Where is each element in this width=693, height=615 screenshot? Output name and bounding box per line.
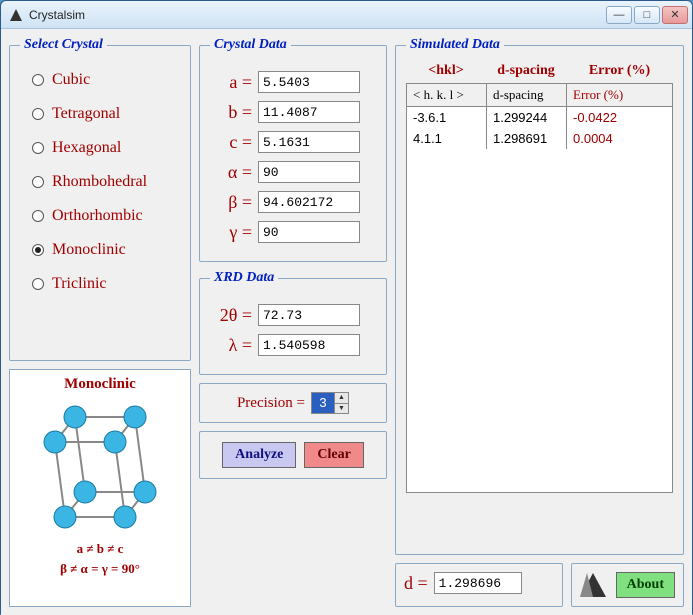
crystal-param-input-3[interactable] bbox=[258, 161, 360, 183]
cell-d: 1.298691 bbox=[487, 128, 567, 149]
radio-label: Monoclinic bbox=[52, 241, 126, 259]
xrd-param-label: λ = bbox=[210, 335, 252, 356]
table-row[interactable]: -3.6.11.299244-0.0422 bbox=[407, 107, 672, 128]
crystal-param-input-2[interactable] bbox=[258, 131, 360, 153]
radio-rhombohedral[interactable]: Rhombohedral bbox=[32, 173, 176, 191]
app-window: Crystalsim — □ ✕ Select Crystal Cubic Tet… bbox=[0, 0, 693, 614]
titlebar[interactable]: Crystalsim — □ ✕ bbox=[1, 1, 692, 29]
crystal-param-label: γ = bbox=[210, 222, 252, 243]
col-header-error[interactable]: Error (%) bbox=[567, 84, 672, 106]
radio-label: Triclinic bbox=[52, 275, 107, 293]
precision-label: Precision = bbox=[237, 395, 305, 412]
logo-icon bbox=[580, 573, 606, 597]
crystal-param-label: b = bbox=[210, 102, 252, 123]
simulated-data-legend: Simulated Data bbox=[406, 37, 504, 53]
clear-button[interactable]: Clear bbox=[304, 442, 363, 468]
xrd-param-input-0[interactable] bbox=[258, 304, 360, 326]
spinner-down-icon[interactable]: ▼ bbox=[334, 404, 348, 414]
crystal-param-row-1: b = bbox=[210, 101, 376, 123]
radio-dot-icon bbox=[32, 176, 44, 188]
about-button[interactable]: About bbox=[616, 572, 675, 598]
radio-dot-icon bbox=[32, 142, 44, 154]
cell-d: 1.299244 bbox=[487, 107, 567, 128]
radio-label: Hexagonal bbox=[52, 139, 121, 157]
radio-tetragonal[interactable]: Tetragonal bbox=[32, 105, 176, 123]
crystal-param-label: c = bbox=[210, 132, 252, 153]
radio-cubic[interactable]: Cubic bbox=[32, 71, 176, 89]
col-header-hkl[interactable]: < h. k. l > bbox=[407, 84, 487, 106]
xrd-data-legend: XRD Data bbox=[210, 270, 278, 286]
radio-hexagonal[interactable]: Hexagonal bbox=[32, 139, 176, 157]
col-header-dspacing[interactable]: d-spacing bbox=[487, 84, 567, 106]
xrd-data-group: XRD Data 2θ = λ = bbox=[199, 270, 387, 375]
crystal-data-legend: Crystal Data bbox=[210, 37, 291, 53]
close-button[interactable]: ✕ bbox=[662, 6, 688, 24]
crystal-param-input-5[interactable] bbox=[258, 221, 360, 243]
radio-dot-icon bbox=[32, 108, 44, 120]
sim-table-body[interactable]: -3.6.11.299244-0.04224.1.11.2986910.0004 bbox=[407, 107, 672, 492]
radio-label: Tetragonal bbox=[52, 105, 120, 123]
formula-line2: β ≠ α = γ = 90° bbox=[16, 561, 184, 577]
cell-err: -0.0422 bbox=[567, 107, 672, 128]
d-label: d = bbox=[404, 573, 428, 594]
sim-head-dspacing: d-spacing bbox=[486, 63, 566, 79]
app-icon bbox=[9, 8, 23, 22]
precision-group: Precision = 3 ▲▼ bbox=[199, 383, 387, 423]
cell-hkl: 4.1.1 bbox=[407, 128, 487, 149]
d-result-group: d = bbox=[395, 563, 563, 607]
xrd-param-row-0: 2θ = bbox=[210, 304, 376, 326]
crystal-param-row-4: β = bbox=[210, 191, 376, 213]
formula-line1: a ≠ b ≠ c bbox=[16, 541, 184, 557]
crystal-param-input-0[interactable] bbox=[258, 71, 360, 93]
select-crystal-legend: Select Crystal bbox=[20, 37, 107, 53]
crystal-param-row-2: c = bbox=[210, 131, 376, 153]
client-area: Select Crystal Cubic Tetragonal Hexagonal R… bbox=[1, 29, 692, 615]
sim-table: < h. k. l > d-spacing Error (%) -3.6.11.… bbox=[406, 83, 673, 493]
crystal-param-row-5: γ = bbox=[210, 221, 376, 243]
radio-orthorhombic[interactable]: Orthorhombic bbox=[32, 207, 176, 225]
about-group: About bbox=[571, 563, 684, 607]
cell-hkl: -3.6.1 bbox=[407, 107, 487, 128]
crystal-param-label: a = bbox=[210, 72, 252, 93]
select-crystal-group: Select Crystal Cubic Tetragonal Hexagonal R… bbox=[9, 37, 191, 361]
crystal-illustration: Monoclinic bbox=[9, 369, 191, 607]
radio-dot-icon bbox=[32, 278, 44, 290]
radio-dot-icon bbox=[32, 244, 44, 256]
radio-monoclinic[interactable]: Monoclinic bbox=[32, 241, 176, 259]
sim-head-hkl: <hkl> bbox=[406, 63, 486, 79]
precision-spinner[interactable]: 3 ▲▼ bbox=[311, 392, 349, 414]
minimize-button[interactable]: — bbox=[606, 6, 632, 24]
cell-err: 0.0004 bbox=[567, 128, 672, 149]
crystal-param-row-3: α = bbox=[210, 161, 376, 183]
radio-label: Cubic bbox=[52, 71, 90, 89]
illustration-name: Monoclinic bbox=[16, 376, 184, 393]
spinner-up-icon[interactable]: ▲ bbox=[334, 393, 348, 404]
precision-value: 3 bbox=[312, 393, 334, 413]
sim-head-error: Error (%) bbox=[566, 63, 673, 79]
radio-dot-icon bbox=[32, 210, 44, 222]
radio-label: Orthorhombic bbox=[52, 207, 143, 225]
crystal-param-label: α = bbox=[210, 162, 252, 183]
crystal-param-input-1[interactable] bbox=[258, 101, 360, 123]
table-row[interactable]: 4.1.11.2986910.0004 bbox=[407, 128, 672, 149]
xrd-param-row-1: λ = bbox=[210, 334, 376, 356]
radio-label: Rhombohedral bbox=[52, 173, 147, 191]
crystal-param-input-4[interactable] bbox=[258, 191, 360, 213]
d-value-input[interactable] bbox=[434, 572, 522, 594]
analyze-button[interactable]: Analyze bbox=[222, 442, 296, 468]
radio-dot-icon bbox=[32, 74, 44, 86]
crystal-param-label: β = bbox=[210, 192, 252, 213]
xrd-param-input-1[interactable] bbox=[258, 334, 360, 356]
maximize-button[interactable]: □ bbox=[634, 6, 660, 24]
crystal-data-group: Crystal Data a = b = c = α = β = γ = bbox=[199, 37, 387, 262]
simulated-data-group: Simulated Data <hkl> d-spacing Error (%)… bbox=[395, 37, 684, 555]
lattice-diagram bbox=[35, 397, 165, 537]
action-buttons-group: Analyze Clear bbox=[199, 431, 387, 479]
window-title: Crystalsim bbox=[29, 8, 606, 22]
radio-triclinic[interactable]: Triclinic bbox=[32, 275, 176, 293]
crystal-param-row-0: a = bbox=[210, 71, 376, 93]
xrd-param-label: 2θ = bbox=[210, 305, 252, 326]
